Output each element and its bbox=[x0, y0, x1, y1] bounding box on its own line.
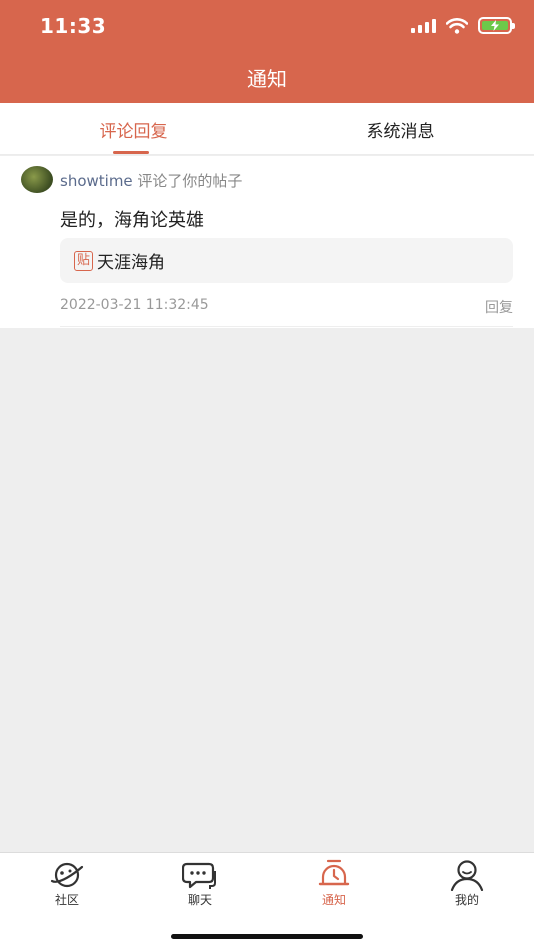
comment-text: 是的，海角论英雄 bbox=[60, 210, 204, 231]
header: 11:33 通知 bbox=[0, 0, 534, 103]
reply-button[interactable]: 回复 bbox=[485, 297, 513, 317]
bell-icon bbox=[318, 859, 350, 886]
page-title: 通知 bbox=[247, 67, 287, 91]
notification-action: 评论了你的帖子 bbox=[132, 172, 243, 190]
post-badge: 贴 bbox=[74, 250, 94, 271]
chat-bubbles-icon bbox=[182, 862, 216, 889]
battery-icon bbox=[478, 17, 515, 34]
tabbar-label: 我的 bbox=[454, 893, 479, 907]
post-title: 天涯海角 bbox=[97, 253, 166, 273]
notification-meta: showtime 评论了你的帖子 bbox=[60, 170, 242, 191]
tabbar-item-notifications[interactable]: 通知 bbox=[304, 859, 364, 908]
tabbar-label: 社区 bbox=[54, 893, 79, 907]
tabbar-label: 通知 bbox=[321, 893, 346, 907]
notification-tabs: 评论回复 系统消息 bbox=[0, 103, 534, 155]
active-tab-indicator bbox=[113, 151, 149, 154]
tab-system-messages[interactable]: 系统消息 bbox=[267, 103, 534, 155]
divider bbox=[60, 326, 513, 327]
tabbar-item-community[interactable]: 社区 bbox=[37, 859, 97, 908]
cellular-signal-icon bbox=[411, 18, 436, 33]
username[interactable]: showtime bbox=[60, 172, 133, 190]
wifi-icon bbox=[446, 17, 468, 34]
planet-icon bbox=[50, 862, 84, 888]
home-indicator bbox=[171, 934, 363, 939]
notification-item[interactable]: showtime 评论了你的帖子 是的，海角论英雄 贴 天涯海角 2022-03… bbox=[0, 156, 534, 328]
status-icons bbox=[411, 17, 515, 34]
avatar[interactable] bbox=[21, 166, 53, 193]
notification-timestamp: 2022-03-21 11:32:45 bbox=[60, 297, 209, 313]
post-reference[interactable]: 贴 天涯海角 bbox=[60, 238, 513, 283]
tabbar-item-chat[interactable]: 聊天 bbox=[170, 859, 230, 908]
tab-comment-replies[interactable]: 评论回复 bbox=[0, 103, 267, 155]
person-icon bbox=[450, 860, 484, 891]
tabbar-label: 聊天 bbox=[187, 893, 212, 907]
status-time: 11:33 bbox=[40, 14, 107, 38]
tabbar-item-me[interactable]: 我的 bbox=[437, 859, 497, 908]
